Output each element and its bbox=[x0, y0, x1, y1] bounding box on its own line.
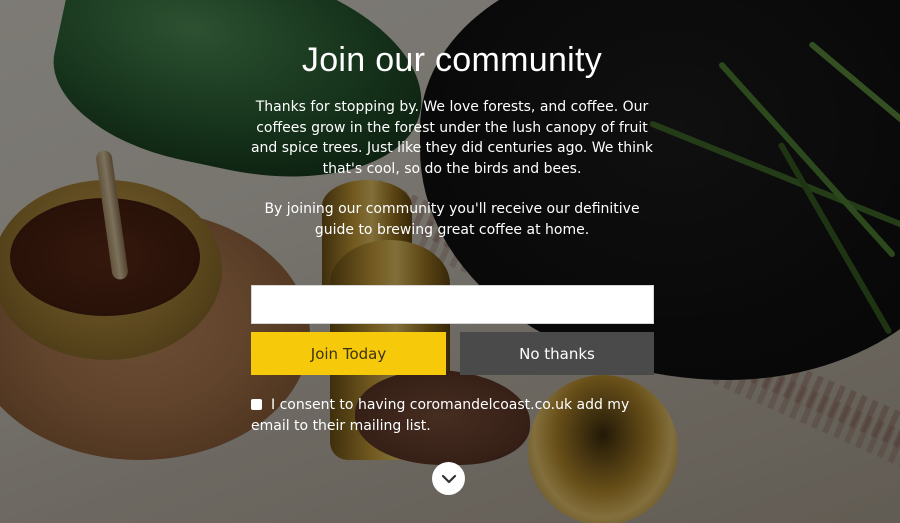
consent-row: I consent to having coromandelcoast.co.u… bbox=[251, 395, 641, 437]
consent-text: I consent to having coromandelcoast.co.u… bbox=[251, 397, 630, 434]
no-thanks-label: No thanks bbox=[519, 344, 595, 363]
intro-text: Thanks for stopping by. We love forests,… bbox=[250, 99, 654, 177]
scroll-down-button[interactable] bbox=[432, 462, 465, 495]
offer-text: By joining our community you'll receive … bbox=[264, 201, 640, 238]
signup-panel: Join our community Thanks for stopping b… bbox=[250, 38, 654, 240]
join-today-label: Join Today bbox=[310, 344, 387, 363]
consent-checkbox[interactable] bbox=[251, 399, 262, 410]
email-input[interactable] bbox=[251, 285, 654, 324]
no-thanks-button[interactable]: No thanks bbox=[460, 332, 654, 375]
chevron-down-icon bbox=[441, 474, 456, 483]
join-today-button[interactable]: Join Today bbox=[251, 332, 446, 375]
signup-title: Join our community bbox=[301, 41, 603, 79]
